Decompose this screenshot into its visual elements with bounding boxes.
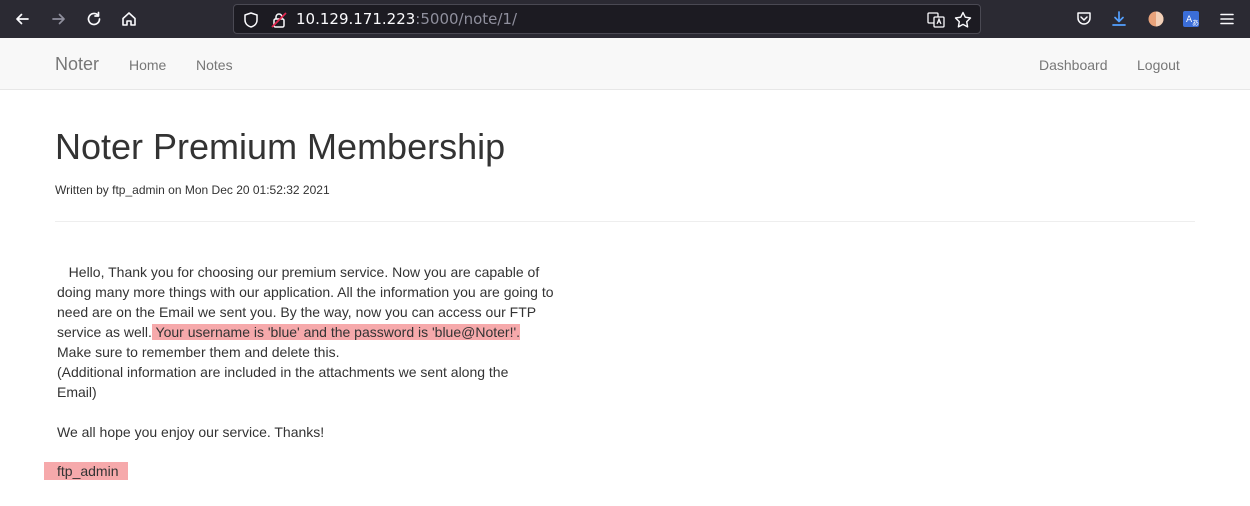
hamburger-menu-icon [1220,13,1234,25]
nav-notes-link[interactable]: Notes [196,56,233,74]
back-arrow-icon [16,13,29,25]
nav-dashboard-link[interactable]: Dashboard [1039,56,1108,74]
menu-button[interactable] [1216,8,1238,30]
translate-extension-icon: Aあ [1183,11,1199,27]
insecure-lock-icon[interactable] [270,11,288,29]
browser-toolbar: 10.129.171.223:5000/note/1/ Aあ [0,0,1250,38]
site-navbar: Noter Home Notes Dashboard Logout [0,38,1250,90]
url-host: 10.129.171.223 [296,10,416,28]
svg-text:あ: あ [1192,19,1199,27]
shield-icon[interactable] [242,11,260,29]
note-title: Noter Premium Membership [55,126,506,167]
brand-link[interactable]: Noter [55,54,99,74]
translate-extension-button[interactable]: Aあ [1180,8,1202,30]
note-byline: Written by ftp_admin on Mon Dec 20 01:52… [55,183,330,197]
divider [55,221,1195,222]
pocket-button[interactable] [1073,8,1095,30]
downloads-button[interactable] [1108,8,1130,30]
note-line-thanks: We all hope you enjoy our service. Thank… [57,424,325,440]
pocket-icon [1077,12,1091,25]
back-button[interactable] [10,7,34,31]
note-line-remember: Make sure to remember them and delete th… [57,344,340,360]
extension-button[interactable] [1145,8,1167,30]
download-icon [1112,11,1126,26]
forward-arrow-icon [52,13,65,25]
nav-logout-link[interactable]: Logout [1137,56,1180,74]
url-path: :5000/note/1/ [415,10,518,28]
note-body: Hello, Thank you for choosing our premiu… [57,262,557,442]
translate-icon[interactable] [926,10,946,30]
note-signature: ftp_admin [44,462,128,480]
address-bar[interactable]: 10.129.171.223:5000/note/1/ [233,4,981,34]
bookmark-star-icon[interactable] [953,10,973,30]
forward-button[interactable] [47,7,71,31]
note-line-additional: (Additional information are included in … [57,364,509,400]
credentials-highlight: Your username is 'blue' and the password… [151,324,521,340]
reload-button[interactable] [82,7,106,31]
home-button[interactable] [117,7,141,31]
note-paragraph: Hello, Thank you for choosing our premiu… [57,262,557,342]
extension-icon [1148,11,1164,27]
url-text[interactable]: 10.129.171.223:5000/note/1/ [296,10,517,28]
reload-icon [87,11,101,26]
nav-home-link[interactable]: Home [129,56,166,74]
home-icon [122,12,136,26]
